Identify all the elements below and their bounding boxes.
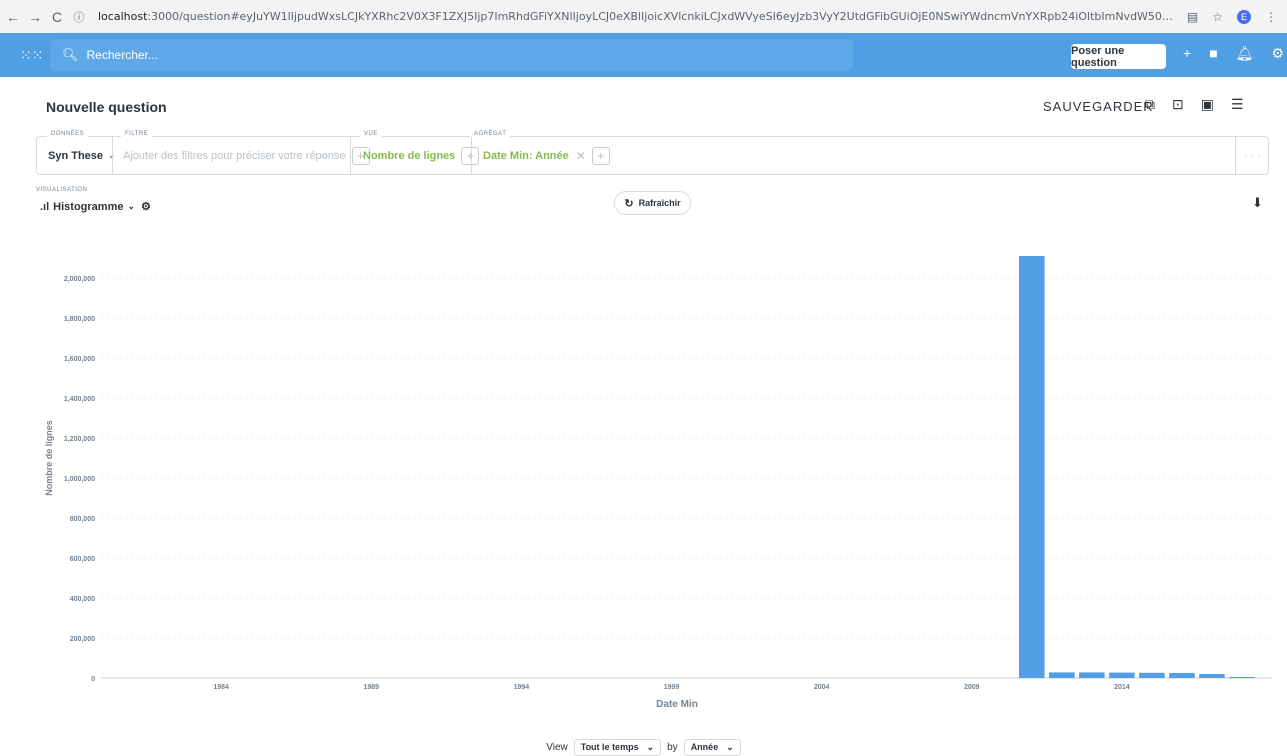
add-breakout-button[interactable]: + (591, 146, 610, 165)
translate-icon[interactable]: ▤ (1187, 10, 1198, 24)
page-title: Nouvelle question (46, 99, 167, 115)
time-controls: View Tout le temps ⌄ by Année ⌄ (0, 739, 1287, 756)
bar-2011[interactable] (1019, 256, 1045, 678)
visualisation-type: Histogramme (53, 200, 124, 213)
bell-icon[interactable]: 🔔︎ (1236, 45, 1254, 62)
y-tick-label: 200,000 (70, 636, 95, 643)
bar-2014[interactable] (1109, 672, 1135, 678)
x-axis-label: Date Min (656, 699, 698, 710)
x-tick-label: 2014 (1114, 684, 1130, 691)
y-tick-label: 2,000,000 (64, 276, 95, 283)
refresh-label: Rafraîchir (638, 198, 681, 208)
browser-toolbar: ← → C ⓘ localhost:3000/question#eyJuYW1l… (0, 0, 1287, 33)
chevron-down-icon: ⌄ (726, 742, 734, 752)
period-select[interactable]: Tout le temps ⌄ (573, 739, 662, 756)
breakout-value[interactable]: Date Min: Année (483, 150, 569, 162)
x-tick-label: 1999 (664, 684, 680, 691)
chevron-down-icon: ⌄ (127, 201, 136, 211)
app-navbar: ⁙⁙ 🔍︎ Rechercher... Poser une question +… (0, 33, 1287, 77)
visualisation-label: VISUALISATION (36, 187, 88, 193)
metabase-logo-icon[interactable]: ⁙⁙ (20, 47, 43, 64)
by-label: by (667, 742, 678, 753)
y-tick-label: 600,000 (70, 556, 95, 563)
gear-icon[interactable]: ⚙ (141, 200, 151, 213)
document-icon[interactable]: ■ (1209, 45, 1217, 62)
url-host: localhost (98, 10, 148, 23)
metric-value[interactable]: Nombre de lignes (363, 150, 455, 162)
save-button[interactable]: SAUVEGARDER (1043, 99, 1154, 114)
bar-chart-icon: .ıl (40, 200, 50, 213)
ask-question-button[interactable]: Poser une question (1071, 44, 1166, 69)
x-tick-label: 1994 (514, 684, 530, 691)
address-bar[interactable]: localhost:3000/question#eyJuYW1lIjpudWxs… (98, 10, 1175, 23)
filter-placeholder: Ajouter des filtres pour préciser votre … (123, 149, 346, 162)
bar-2013[interactable] (1079, 672, 1105, 678)
data-source-name: Syn These (48, 149, 104, 162)
back-arrow-icon[interactable]: ← (4, 9, 22, 25)
filter-section[interactable]: Ajouter des filtres pour préciser votre … (123, 137, 370, 174)
download-icon[interactable]: ⬇ (1252, 195, 1263, 211)
aggregate-section[interactable]: Date Min: Année ✕ + (483, 137, 610, 174)
y-tick-label: 1,200,000 (64, 436, 95, 443)
search-icon: 🔍︎ (62, 47, 79, 62)
query-builder: DONNÉES Syn These ⌄ FILTRE Ajouter des f… (36, 131, 1269, 175)
y-tick-label: 800,000 (70, 516, 95, 523)
url-path: :3000/question#eyJuYW1lIjpudWxsLCJkYXRhc… (147, 10, 1175, 23)
reload-icon[interactable]: C (48, 9, 66, 25)
data-picker[interactable]: Syn These ⌄ (48, 137, 116, 174)
search-placeholder: Rechercher... (86, 48, 158, 62)
x-tick-label: 1989 (363, 684, 379, 691)
add-to-dashboard-icon[interactable]: ⧉ (1145, 96, 1155, 113)
more-options-button[interactable]: · · · (1244, 137, 1261, 174)
menu-icon[interactable]: ☰ (1231, 96, 1244, 113)
x-tick-label: 1984 (213, 684, 229, 691)
search-input[interactable]: 🔍︎ Rechercher... (50, 39, 853, 71)
y-tick-label: 400,000 (70, 596, 95, 603)
y-tick-label: 1,400,000 (64, 396, 95, 403)
view-section[interactable]: Nombre de lignes + (363, 137, 480, 174)
profile-avatar[interactable]: E (1237, 9, 1251, 24)
unit-select[interactable]: Année ⌄ (683, 739, 741, 756)
unit-value: Année (690, 742, 719, 752)
y-tick-label: 0 (91, 676, 95, 683)
chevron-down-icon: ⌄ (646, 742, 655, 752)
bookmark-star-icon[interactable]: ☆ (1212, 10, 1223, 24)
sql-editor-icon[interactable]: ⊡ (1172, 96, 1184, 113)
info-icon[interactable]: ⓘ (70, 9, 88, 25)
bar-2018[interactable] (1229, 677, 1255, 678)
x-tick-label: 2009 (964, 684, 980, 691)
view-label: View (546, 742, 568, 753)
bar-2012[interactable] (1049, 672, 1075, 678)
browser-menu-icon[interactable]: ⋮ (1265, 10, 1277, 24)
bar-2016[interactable] (1169, 673, 1195, 678)
x-tick-label: 2004 (814, 684, 830, 691)
bar-2017[interactable] (1199, 674, 1225, 678)
y-axis-label: Nombre de lignes (44, 420, 54, 496)
notebook-icon[interactable]: ▣ (1201, 96, 1214, 113)
refresh-icon: ↻ (624, 197, 634, 210)
close-icon[interactable]: ✕ (576, 149, 586, 163)
y-tick-label: 1,800,000 (64, 316, 95, 323)
visualisation-picker[interactable]: .ıl Histogramme ⌄ ⚙ (40, 200, 151, 214)
forward-arrow-icon[interactable]: → (26, 9, 44, 25)
gear-icon[interactable]: ⚙ (1271, 45, 1284, 62)
y-tick-label: 1,600,000 (64, 356, 95, 363)
bar-2015[interactable] (1139, 672, 1165, 678)
refresh-button[interactable]: ↻ Rafraîchir (614, 191, 691, 215)
y-tick-label: 1,000,000 (64, 476, 95, 483)
plus-icon[interactable]: + (1183, 45, 1191, 62)
period-value: Tout le temps (580, 742, 639, 752)
bar-chart: 0 200,000 400,000 600,000 800,000 1,000,000 1,… (44, 256, 1272, 710)
